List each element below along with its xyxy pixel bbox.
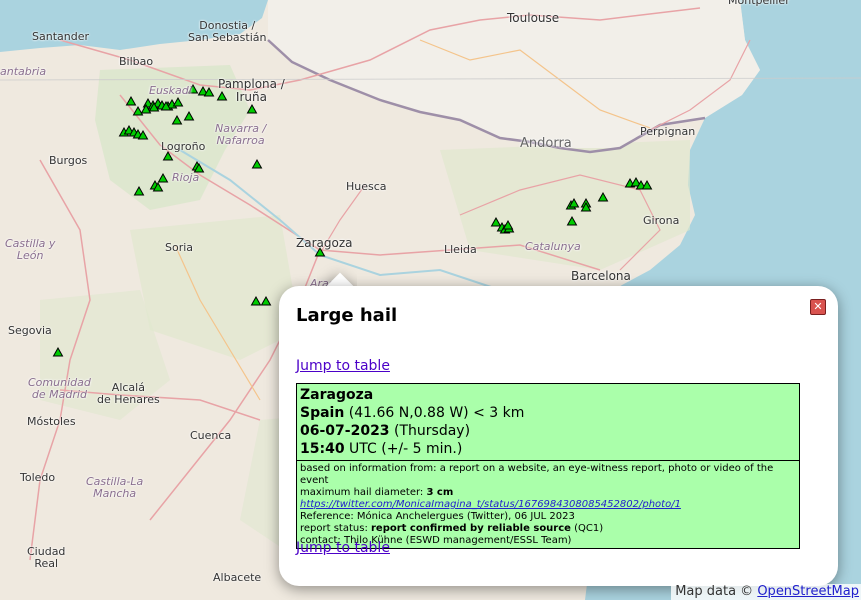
place-label: Soria: [165, 241, 194, 254]
report-time: 15:40: [300, 441, 345, 457]
attribution-text: Map data ©: [675, 584, 758, 599]
place-label: Girona: [643, 214, 680, 227]
status-label: report status:: [300, 523, 371, 534]
report-location: Zaragoza: [300, 387, 374, 403]
place-label: Montpellier: [728, 0, 790, 7]
place-label: Bilbao: [119, 55, 154, 68]
report-reference: Reference: Mónica Anchelergues (Twitter)…: [300, 511, 575, 522]
place-label: Rioja: [172, 171, 200, 184]
report-header: Zaragoza Spain (41.66 N,0.88 W) < 3 km 0…: [297, 384, 799, 461]
place-label: Segovia: [8, 324, 52, 337]
openstreetmap-link[interactable]: OpenStreetMap: [757, 584, 859, 599]
place-label: antabria: [0, 65, 47, 78]
place-label: Navarra / Nafarroa: [215, 122, 267, 148]
place-label: Albacete: [213, 571, 262, 584]
place-label: Toledo: [20, 471, 56, 484]
place-label: Catalunya: [525, 240, 581, 253]
map-attribution: Map data © OpenStreetMap: [671, 584, 861, 600]
status-value: report confirmed by reliable source: [371, 523, 571, 534]
place-label: Castilla-La Mancha: [86, 475, 144, 501]
status-code: (QC1): [570, 523, 604, 534]
place-label: Pamplona / Iruña: [218, 77, 285, 105]
hail-value: 3 cm: [426, 487, 454, 498]
place-label: Huesca: [346, 180, 387, 193]
report-details: based on information from: a report on a…: [297, 461, 799, 548]
hail-marker-icon[interactable]: [251, 158, 263, 169]
place-label: Ciudad Real: [27, 545, 66, 571]
place-label: Cuenca: [190, 429, 232, 442]
jump-to-table-link-bottom[interactable]: Jump to table: [296, 540, 390, 556]
place-label: Euskadi: [149, 84, 192, 97]
place-label: Móstoles: [27, 415, 76, 428]
jump-to-table-link[interactable]: Jump to table: [296, 358, 390, 374]
place-label: Castilla y León: [5, 237, 56, 263]
report-time-note: UTC (+/- 5 min.): [344, 441, 463, 457]
place-label: Burgos: [49, 154, 88, 167]
report-date: 06-07-2023: [300, 423, 390, 439]
place-label: Alcalá de Henares: [97, 381, 160, 407]
place-label: Lleida: [444, 243, 477, 256]
place-label: Perpignan: [640, 125, 696, 138]
source-url-link[interactable]: https://twitter.com/MonicaImagina_t/stat…: [300, 499, 681, 510]
report-based-on: based on information from: a report on a…: [300, 463, 774, 486]
place-label: Comunidad de Madrid: [28, 376, 91, 402]
report-popup: ✕ Large hail Jump to table Zaragoza Spai…: [279, 286, 838, 586]
place-label: Barcelona: [571, 269, 631, 283]
report-coords: (41.66 N,0.88 W) < 3 km: [344, 405, 525, 421]
place-label: Logroño: [161, 140, 206, 153]
place-label: Santander: [32, 30, 89, 43]
place-label: Toulouse: [507, 11, 560, 25]
report-country: Spain: [300, 405, 345, 421]
place-label: Zaragoza: [296, 236, 353, 250]
place-label: Andorra: [520, 136, 572, 151]
report-weekday: (Thursday): [389, 423, 471, 439]
place-label: Donostia / San Sebastián: [188, 19, 267, 45]
popup-title: Large hail: [296, 305, 398, 326]
report-box: Zaragoza Spain (41.66 N,0.88 W) < 3 km 0…: [296, 383, 800, 549]
close-icon[interactable]: ✕: [810, 299, 826, 315]
hail-label: maximum hail diameter:: [300, 487, 427, 498]
